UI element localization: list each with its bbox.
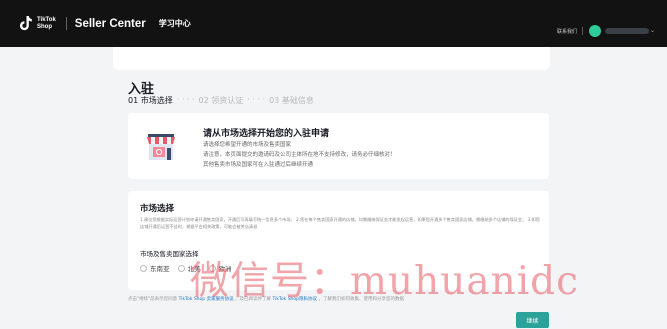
chevron-down-icon[interactable]: ⌄ <box>650 27 655 34</box>
seller-center-title: Seller Center <box>74 17 146 30</box>
step-separator: · · · · <box>176 95 195 104</box>
continue-button[interactable]: 继续 <box>516 312 549 328</box>
radio-button[interactable] <box>140 264 147 272</box>
market-description: 1.建议您根据实际运营计划申请开通售卖国家，开通后可再填写统一信息多个市场； 2… <box>140 217 540 229</box>
storefront-icon <box>147 134 175 160</box>
logo-wordmark: TikTok Shop <box>37 16 56 30</box>
shop-avatar-icon[interactable] <box>589 25 601 37</box>
market-option-southeast-asia[interactable]: 东南亚 <box>140 263 170 273</box>
step-basic-info: 03 基础信息 <box>269 96 314 105</box>
welcome-line: 请注意，本页面提交的邀请码及公司主体所在地不支持修改，请务必仔细核对！ <box>203 152 396 158</box>
welcome-line: 其他售卖市场及国家可在入驻通过后继续开通 <box>203 162 314 168</box>
watermark-overlay: 微信号：muhuanidc <box>190 259 579 304</box>
header-divider <box>65 17 67 30</box>
tiktok-shop-logo[interactable]: TikTok Shop <box>19 15 56 32</box>
step-qualification: 02 领资认证 <box>198 96 244 105</box>
top-nav-bar: TikTok Shop Seller Center 学习中心 联系我们 ⌄ <box>0 0 667 47</box>
welcome-line: 请选择您希望开通的市场及售卖国家 <box>203 142 292 148</box>
account-name-redacted[interactable] <box>605 28 649 34</box>
market-section-title: 市场选择 <box>140 204 175 214</box>
step-separator: · · · · <box>247 95 266 104</box>
welcome-card: 请从市场选择开始您的入驻申请 请选择您希望开通的市场及售卖国家 请注意，本页面提… <box>128 113 549 179</box>
step-progress: 01 市场选择 · · · · 02 领资认证 · · · · 03 基础信息 <box>128 95 314 106</box>
header-divider-right <box>582 27 583 35</box>
tiktok-logo-icon <box>20 16 32 31</box>
contact-us-link[interactable]: 联系我们 <box>557 28 577 35</box>
learning-center-link[interactable]: 学习中心 <box>159 18 191 29</box>
previous-card <box>113 47 550 70</box>
welcome-title: 请从市场选择开始您的入驻申请 <box>203 129 330 139</box>
radio-button[interactable] <box>177 264 185 272</box>
step-market-selection: 01 市场选择 <box>128 96 173 105</box>
